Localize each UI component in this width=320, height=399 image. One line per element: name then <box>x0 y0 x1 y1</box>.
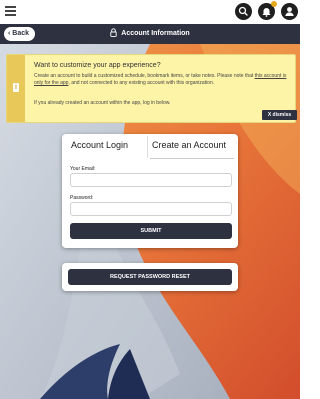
request-password-reset-button[interactable]: REQUEST PASSWORD RESET <box>68 269 232 285</box>
hamburger-icon[interactable] <box>5 6 16 16</box>
notice-body-text: Create an account to build a customized … <box>34 73 255 79</box>
search-icon[interactable] <box>235 3 252 20</box>
notice-body: Create an account to build a customized … <box>34 73 289 87</box>
reset-card: REQUEST PASSWORD RESET <box>62 263 238 291</box>
nav-bar: Account Information ‹ Back <box>0 24 300 44</box>
account-notice: i Want to customize your app experience?… <box>6 54 297 123</box>
bell-icon[interactable] <box>258 1 277 20</box>
notice-body-text-end: , and not connected to any existing acco… <box>68 80 215 86</box>
page-title: Account Information <box>121 30 190 37</box>
email-label: Your Email: <box>70 166 96 172</box>
user-icon[interactable] <box>281 3 298 20</box>
page-title-wrap: Account Information <box>0 24 300 44</box>
notice-login-hint: If you already created an account within… <box>34 100 171 106</box>
lock-icon <box>110 28 117 37</box>
dismiss-button[interactable]: X dismiss <box>262 110 297 120</box>
tab-divider <box>147 136 148 158</box>
notice-title: Want to customize your app experience? <box>34 62 161 69</box>
submit-button[interactable]: SUBMIT <box>70 223 232 239</box>
tab-create-account[interactable]: Create an Account <box>152 140 226 150</box>
notification-badge <box>271 1 277 7</box>
password-label: Password: <box>70 195 94 201</box>
info-icon: i <box>13 83 19 92</box>
email-field[interactable] <box>70 173 232 187</box>
password-field[interactable] <box>70 202 232 216</box>
top-bar <box>0 0 300 24</box>
tab-account-login[interactable]: Account Login <box>71 140 128 150</box>
notice-sidebar: i <box>7 55 25 122</box>
tab-underline <box>150 158 234 159</box>
back-label: Back <box>12 30 30 37</box>
back-button[interactable]: ‹ Back <box>4 27 36 41</box>
login-card: Account Login Create an Account Your Ema… <box>62 134 238 248</box>
